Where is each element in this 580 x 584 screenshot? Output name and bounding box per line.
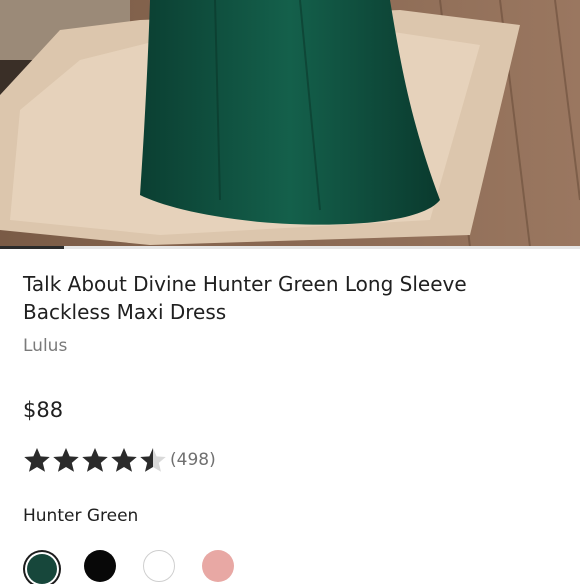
color-swatch-blush[interactable] (202, 550, 234, 582)
selected-color-label: Hunter Green (23, 506, 139, 526)
image-carousel-indicator (0, 246, 580, 249)
review-count[interactable]: (498) (170, 450, 216, 470)
brand-link[interactable]: Lulus (23, 336, 67, 356)
product-price: $88 (23, 398, 64, 422)
product-image[interactable] (0, 0, 580, 247)
carousel-progress-bar (0, 246, 64, 249)
star-icon (110, 447, 138, 473)
dress-photo (0, 0, 580, 247)
color-swatch-white[interactable] (143, 550, 175, 582)
rating-stars (23, 447, 168, 473)
product-title: Talk About Divine Hunter Green Long Slee… (23, 272, 467, 324)
star-icon (81, 447, 109, 473)
star-icon (52, 447, 80, 473)
color-swatch-black[interactable] (84, 550, 116, 582)
color-swatches (23, 550, 261, 584)
star-icon (139, 447, 167, 473)
product-rating[interactable]: (498) (23, 446, 216, 474)
star-icon (23, 447, 51, 473)
